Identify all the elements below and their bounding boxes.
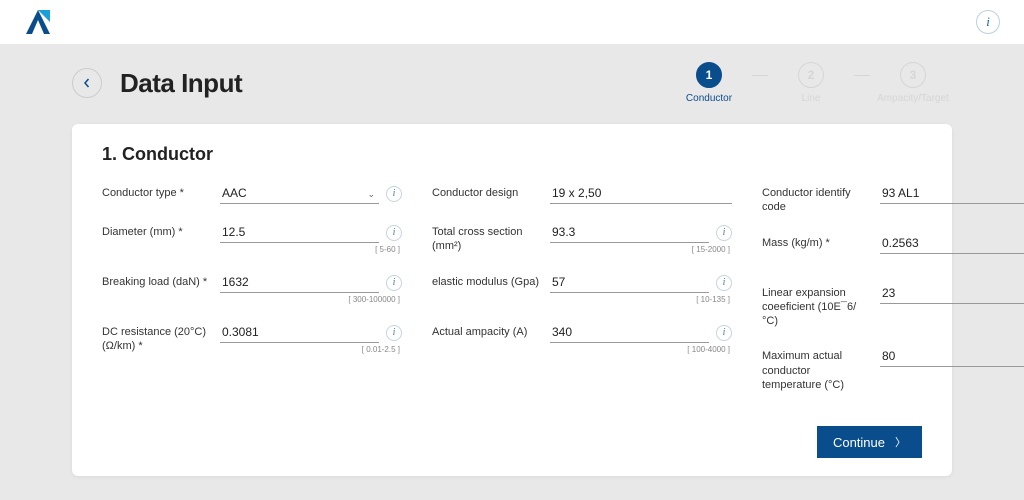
field-actual-ampacity: Actual ampacity (A) i [ 100-4000 ] xyxy=(432,322,732,354)
dc-resistance-input[interactable] xyxy=(220,322,379,343)
field-dc-resistance: DC resistance (20°C) (Ω/km) * i [ 0.01-2… xyxy=(102,322,402,354)
diameter-input[interactable] xyxy=(220,222,379,243)
cross-section-input[interactable] xyxy=(550,222,709,243)
field-cross-section: Total cross section (mm²) i [ 15-2000 ] xyxy=(432,222,732,254)
conductor-design-input[interactable] xyxy=(550,183,732,204)
step-conductor[interactable]: 1 Conductor xyxy=(670,62,748,104)
mass-input[interactable] xyxy=(880,233,1024,254)
elastic-modulus-input[interactable] xyxy=(550,272,709,293)
field-max-temp: Maximum actual conductor temperature (°C… xyxy=(762,346,1024,392)
back-button[interactable] xyxy=(72,68,102,98)
linear-expansion-input[interactable] xyxy=(880,283,1024,304)
info-icon[interactable]: i xyxy=(716,275,732,291)
field-conductor-type: Conductor type * ⌄ i xyxy=(102,183,402,204)
continue-button[interactable]: Continue 〉 xyxy=(817,426,922,458)
chevron-left-icon xyxy=(82,78,92,88)
chevron-right-icon: 〉 xyxy=(895,434,906,450)
identify-code-input[interactable] xyxy=(880,183,1024,204)
field-diameter: Diameter (mm) * i [ 5-60 ] xyxy=(102,222,402,254)
step-connector xyxy=(854,75,870,76)
info-icon[interactable]: i xyxy=(716,225,732,241)
stepper: 1 Conductor 2 Line 3 Ampacity/Target xyxy=(670,62,952,104)
field-linear-expansion: Linear expansion coeeficient (10E¯6/°C) … xyxy=(762,283,1024,329)
topbar: i xyxy=(0,0,1024,44)
info-icon[interactable]: i xyxy=(386,275,402,291)
top-info-button[interactable]: i xyxy=(976,10,1000,34)
step-line[interactable]: 2 Line xyxy=(772,62,850,104)
form-grid: Conductor type * ⌄ i Diameter (mm) * xyxy=(102,183,922,392)
field-identify-code: Conductor identify code xyxy=(762,183,1024,215)
form-card: 1. Conductor Conductor type * ⌄ i Diamet xyxy=(72,124,952,476)
breaking-load-input[interactable] xyxy=(220,272,379,293)
info-icon[interactable]: i xyxy=(386,225,402,241)
page-header: Data Input 1 Conductor 2 Line 3 Ampacity… xyxy=(0,44,1024,116)
field-elastic-modulus: elastic modulus (Gpa) i [ 10-135 ] xyxy=(432,272,732,304)
actual-ampacity-input[interactable] xyxy=(550,322,709,343)
field-conductor-design: Conductor design xyxy=(432,183,732,204)
field-mass: Mass (kg/m) * i [ 0.04-10 ] xyxy=(762,233,1024,265)
info-icon[interactable]: i xyxy=(716,325,732,341)
section-title: 1. Conductor xyxy=(102,144,922,165)
step-connector xyxy=(752,75,768,76)
field-breaking-load: Breaking load (daN) * i [ 300-100000 ] xyxy=(102,272,402,304)
info-icon[interactable]: i xyxy=(386,325,402,341)
info-icon[interactable]: i xyxy=(386,186,402,202)
conductor-type-select[interactable] xyxy=(220,183,379,204)
page-title: Data Input xyxy=(120,68,242,99)
max-temp-input[interactable] xyxy=(880,346,1024,367)
step-ampacity[interactable]: 3 Ampacity/Target xyxy=(874,62,952,104)
app-logo xyxy=(24,8,52,36)
